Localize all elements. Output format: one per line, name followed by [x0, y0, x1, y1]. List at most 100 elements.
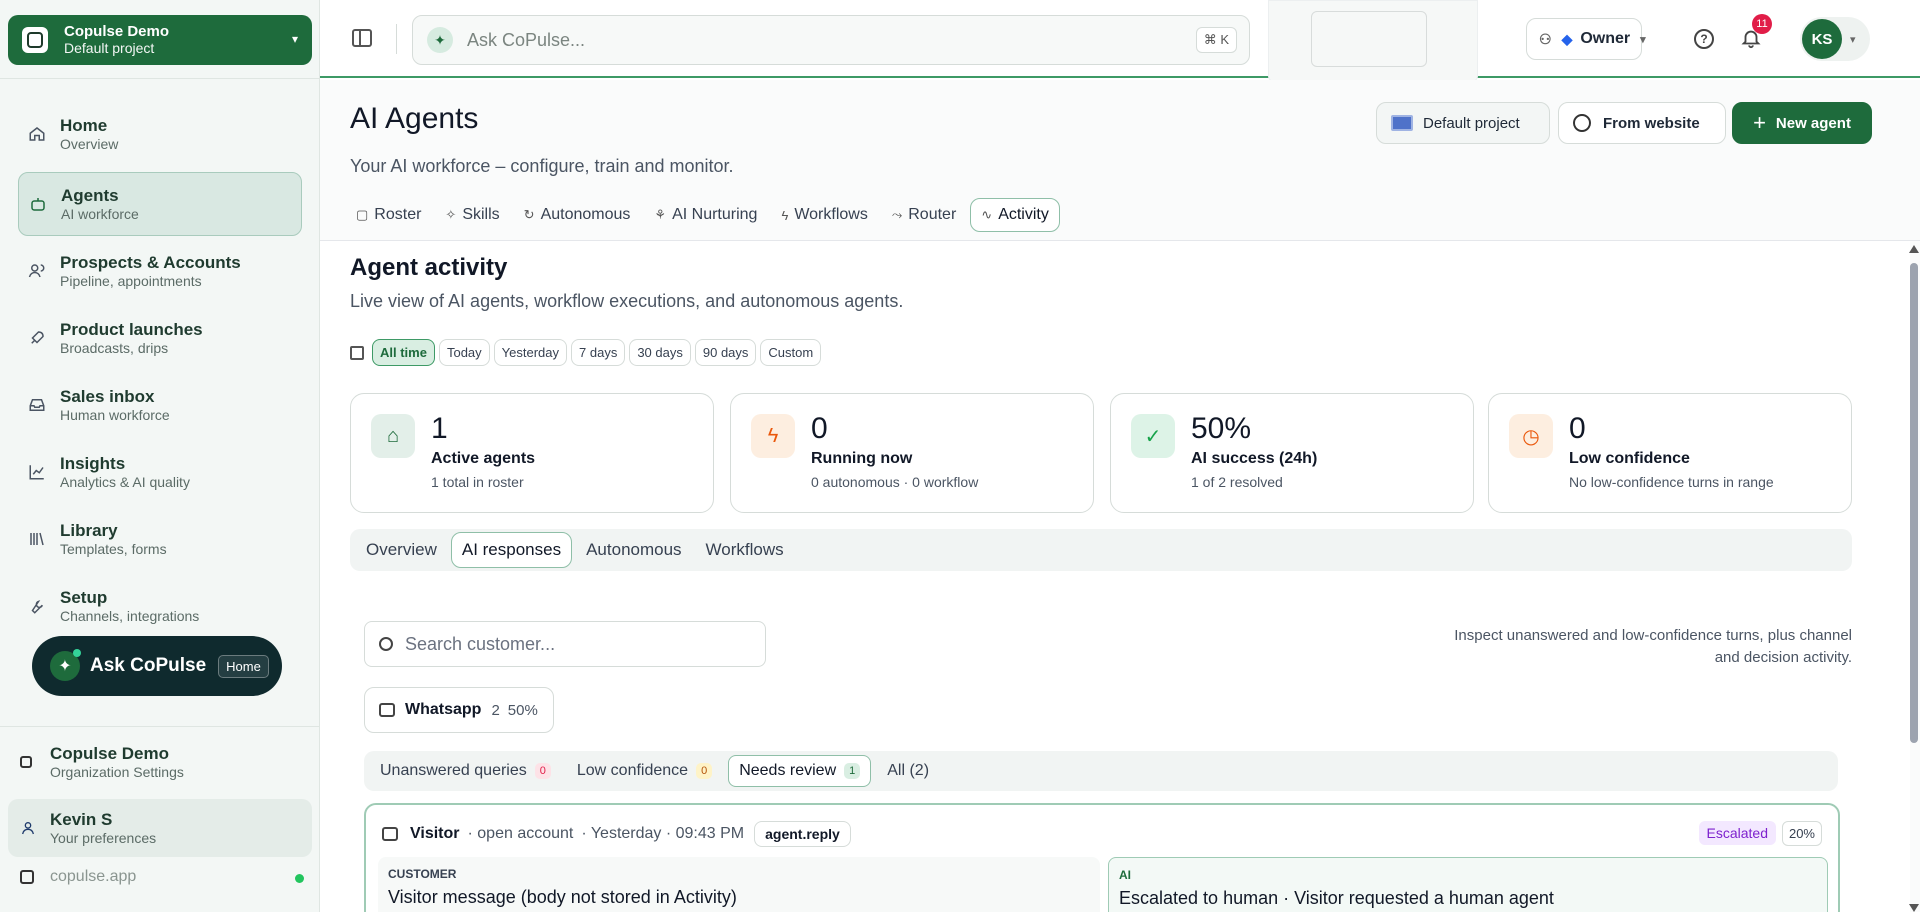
workspace-project: Default project	[64, 40, 155, 56]
clock-icon: ◷	[1509, 414, 1553, 458]
domain-link[interactable]: copulse.app	[20, 868, 304, 886]
range-90-days[interactable]: 90 days	[694, 339, 757, 366]
user-icon	[20, 819, 36, 837]
subtab-overview[interactable]: Overview	[356, 533, 447, 567]
home-icon	[28, 125, 46, 143]
new-agent-button[interactable]: + New agent	[1732, 102, 1872, 144]
sidebar-item-label: Setup	[60, 587, 108, 607]
sidebar-toggle-icon[interactable]	[352, 29, 372, 47]
range-30-days[interactable]: 30 days	[629, 339, 691, 366]
customer-search-input[interactable]: Search customer...	[364, 621, 766, 667]
domain-label: copulse.app	[50, 868, 137, 885]
org-sub: Organization Settings	[50, 764, 184, 780]
bolt-icon: ϟ	[751, 414, 795, 458]
default-project-button[interactable]: Default project	[1376, 102, 1550, 144]
tab-activity[interactable]: ∿ Activity	[970, 198, 1060, 232]
user-switch-icon: ⚇	[1539, 30, 1552, 47]
message-icon	[382, 827, 398, 841]
sidebar-item-label: Library	[60, 520, 118, 540]
queue-unanswered[interactable]: Unanswered queries 0	[370, 756, 561, 786]
queue-low-confidence[interactable]: Low confidence 0	[567, 756, 722, 786]
shield-icon: ◆	[1561, 30, 1573, 47]
search-icon	[379, 637, 393, 651]
activity-panel: Agent activity Live view of AI agents, w…	[320, 241, 1910, 912]
ask-copulse-button[interactable]: ✦ Ask CoPulse Home	[32, 636, 282, 696]
sidebar-item-prospects[interactable]: Prospects & Accounts Pipeline, appointmen…	[18, 239, 302, 303]
from-website-button[interactable]: From website	[1558, 102, 1726, 144]
queue-label: Unanswered queries	[380, 762, 527, 779]
conversation-card[interactable]: Visitor · open account · Yesterday · 09:…	[364, 803, 1840, 912]
user-sub: Your preferences	[50, 830, 157, 846]
customer-label: CUSTOMER	[388, 867, 457, 881]
customer-search-placeholder: Search customer...	[405, 633, 556, 654]
scrollbar-thumb[interactable]	[1910, 263, 1918, 743]
user-menu[interactable]: KS ▾	[1800, 17, 1870, 61]
help-icon[interactable]: ?	[1694, 29, 1714, 49]
tab-ai-nurturing[interactable]: ⚘ AI Nurturing	[644, 198, 767, 232]
workspace-switcher[interactable]: Copulse Demo Default project ▾	[8, 15, 312, 65]
tab-label: Activity	[998, 206, 1049, 223]
range-yesterday[interactable]: Yesterday	[493, 339, 568, 366]
channel-filter-whatsapp[interactable]: Whatsapp 2 50%	[364, 687, 554, 733]
conversation-header: Visitor · open account · Yesterday · 09:…	[382, 821, 851, 847]
scroll-up-arrow[interactable]	[1909, 245, 1919, 253]
stat-value: 0	[811, 412, 828, 445]
ask-copulse-search[interactable]: ✦ Ask CoPulse... ⌘ K	[412, 15, 1250, 65]
stat-label: Low confidence	[1569, 450, 1690, 467]
agent-tabs: ▢ Roster ✧ Skills ↻ Autonomous ⚘ AI Nurturin…	[346, 198, 1064, 232]
sparkle-icon: ✧	[445, 207, 457, 222]
sidebar-item-insights[interactable]: Insights Analytics & AI quality	[18, 440, 302, 504]
sidebar-item-product-launches[interactable]: Product launches Broadcasts, drips	[18, 306, 302, 370]
user-preferences-link[interactable]: Kevin S Your preferences	[8, 799, 312, 857]
sidebar-item-setup[interactable]: Setup Channels, integrations	[18, 574, 302, 638]
confidence-badge: 20%	[1781, 821, 1822, 846]
event-tag: agent.reply	[754, 821, 851, 847]
range-custom[interactable]: Custom	[760, 339, 822, 366]
tab-skills[interactable]: ✧ Skills	[435, 198, 509, 232]
main-area: AI Agents Your AI workforce – configure,…	[320, 80, 1920, 912]
sidebar-item-library[interactable]: Library Templates, forms	[18, 507, 302, 571]
globe-icon	[20, 870, 34, 884]
queue-count-badge: 0	[534, 763, 551, 779]
stat-value: 1	[431, 412, 448, 445]
tab-autonomous[interactable]: ↻ Autonomous	[514, 198, 641, 232]
tab-roster[interactable]: ▢ Roster	[346, 198, 431, 232]
chevron-down-icon: ▾	[291, 32, 298, 46]
tab-label: Router	[908, 206, 957, 223]
chevron-down-icon: ▾	[1640, 33, 1646, 46]
queue-all[interactable]: All (2)	[877, 756, 939, 786]
customer-message-panel: CUSTOMER Visitor message (body not store…	[378, 857, 1100, 912]
tab-router[interactable]: ⤳ Router	[882, 198, 966, 232]
org-settings-link[interactable]: Copulse Demo Organization Settings	[20, 744, 184, 780]
range-all-time[interactable]: All time	[372, 339, 435, 366]
scrollbar[interactable]	[1908, 245, 1920, 912]
from-website-label: From website	[1603, 114, 1700, 132]
chart-icon	[28, 463, 46, 481]
sidebar-item-label: Agents	[61, 185, 119, 205]
conversation-context: · open account	[467, 825, 574, 842]
section-title: Agent activity	[350, 254, 508, 281]
range-today[interactable]: Today	[438, 339, 490, 366]
sidebar-item-sub: AI workforce	[61, 205, 139, 222]
scroll-down-arrow[interactable]	[1909, 904, 1919, 912]
sidebar-item-label: Home	[60, 115, 108, 135]
subtab-workflows[interactable]: Workflows	[696, 533, 794, 567]
range-7-days[interactable]: 7 days	[571, 339, 626, 366]
sidebar-item-agents[interactable]: Agents AI workforce	[18, 172, 302, 236]
sparkle-icon: ✦	[50, 649, 81, 681]
sidebar-item-home[interactable]: Home Overview	[18, 102, 302, 166]
tab-label: Skills	[462, 206, 500, 223]
queue-needs-review[interactable]: Needs review 1	[728, 755, 872, 787]
ghost-overlay	[1268, 0, 1478, 82]
rocket-icon	[28, 329, 46, 347]
sidebar-item-sales-inbox[interactable]: Sales inbox Human workforce	[18, 373, 302, 437]
sidebar-item-sub: Broadcasts, drips	[60, 339, 169, 356]
subtab-autonomous[interactable]: Autonomous	[576, 533, 691, 567]
tab-label: AI Nurturing	[672, 206, 758, 223]
role-switcher[interactable]: ⚇ ◆ Owner ▾	[1526, 18, 1646, 60]
queue-label: All (2)	[887, 762, 930, 779]
tab-workflows[interactable]: ϟ Workflows	[771, 198, 877, 232]
date-range-picker: All time Today Yesterday 7 days 30 days …	[350, 339, 825, 366]
subtab-ai-responses[interactable]: AI responses	[450, 532, 573, 568]
robot-icon	[29, 195, 47, 213]
